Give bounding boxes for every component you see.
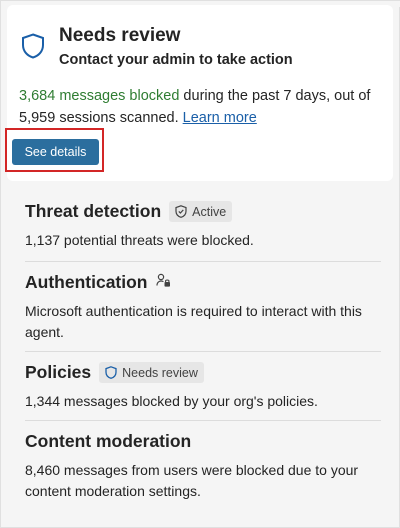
threat-detection-body: 1,137 potential threats were blocked. — [25, 232, 254, 248]
authentication-body: Microsoft authentication is required to … — [25, 303, 362, 340]
section-title: Threat detection Active — [25, 201, 381, 222]
shield-check-icon — [175, 205, 187, 218]
blocked-summary: 3,684 messages blocked during the past 7… — [19, 85, 385, 129]
policies-body: 1,344 messages blocked by your org's pol… — [25, 393, 318, 409]
lock-person-icon — [155, 272, 171, 293]
section-title: Authentication — [25, 272, 381, 293]
section-content-moderation: Content moderation 8,460 messages from u… — [25, 431, 381, 502]
section-title: Content moderation — [25, 431, 381, 452]
section-title: Policies Needs review — [25, 362, 381, 383]
learn-more-link[interactable]: Learn more — [183, 110, 257, 126]
blocked-count: 3,684 messages blocked — [19, 88, 180, 104]
status-badge-label: Active — [192, 204, 227, 219]
shield-icon — [21, 33, 45, 59]
threat-detection-title: Threat detection — [25, 201, 162, 221]
security-status-panel: Needs review Contact your admin to take … — [0, 0, 400, 528]
section-authentication: Authentication Microsoft authentication … — [25, 272, 381, 343]
section-divider — [25, 420, 381, 421]
authentication-title: Authentication — [25, 272, 148, 292]
status-badge-label: Needs review — [122, 365, 198, 380]
content-moderation-title: Content moderation — [25, 431, 192, 451]
section-policies: Policies Needs review 1,344 messages blo… — [25, 362, 381, 412]
section-divider — [25, 351, 381, 352]
status-badge-needs-review: Needs review — [99, 362, 204, 383]
shield-icon — [105, 366, 117, 379]
see-details-button[interactable]: See details — [12, 139, 99, 165]
section-threat-detection: Threat detection Active 1,137 potential … — [25, 201, 381, 251]
status-badge-active: Active — [169, 201, 233, 222]
page-subtitle: Contact your admin to take action — [59, 52, 293, 68]
content-moderation-body: 8,460 messages from users were blocked d… — [25, 462, 359, 499]
page-title: Needs review — [59, 25, 181, 46]
section-divider — [25, 261, 381, 262]
policies-title: Policies — [25, 362, 92, 382]
